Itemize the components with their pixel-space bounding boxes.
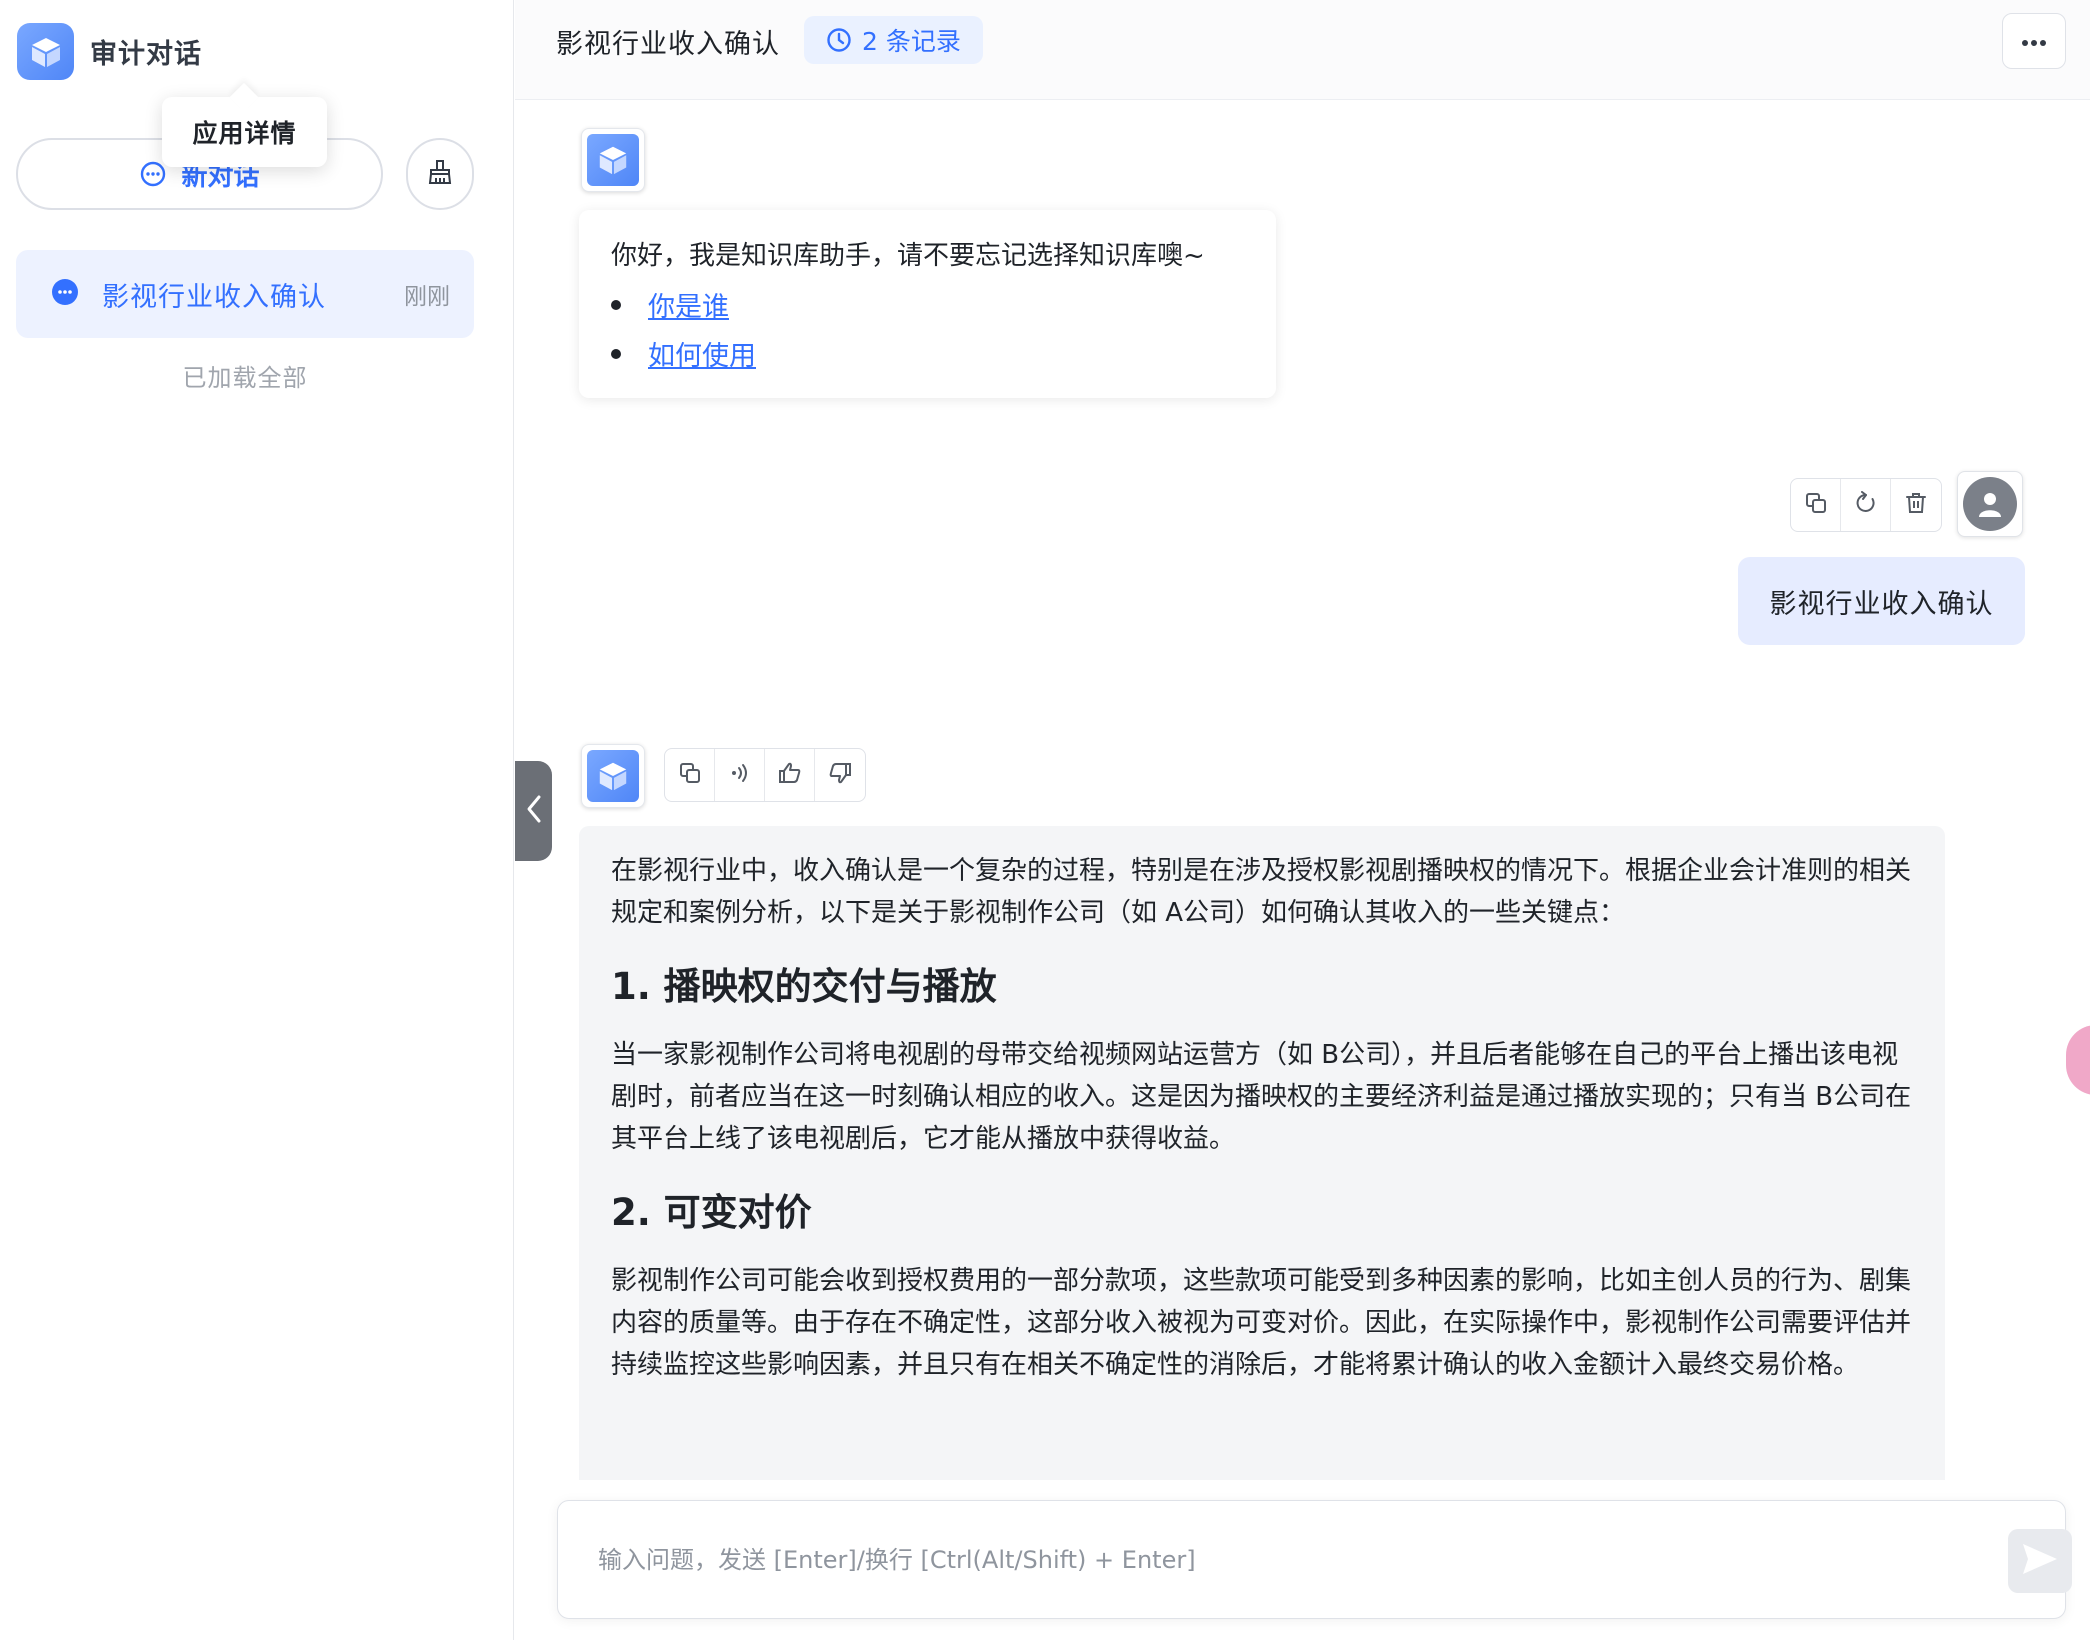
- quick-question-link-usage[interactable]: 如何使用: [648, 334, 756, 373]
- thumbs-down-button[interactable]: [815, 749, 865, 801]
- chat-input-box: [557, 1500, 2072, 1619]
- app-details-tooltip: 应用详情: [162, 97, 327, 167]
- chat-input[interactable]: [598, 1535, 1898, 1585]
- history-item-time: 刚刚: [404, 284, 450, 310]
- more-dots-icon: [2021, 32, 2047, 51]
- copy-button[interactable]: [665, 749, 715, 801]
- user-avatar-icon: [1963, 477, 2017, 531]
- bullet: [611, 299, 621, 310]
- app-title: 审计对话: [90, 39, 202, 70]
- clock-icon: [826, 27, 852, 53]
- user-message-actions: [1790, 478, 1942, 532]
- send-icon: [2021, 1542, 2059, 1580]
- history-item-label: 影视行业收入确认: [102, 281, 326, 313]
- answer-section-body: 影视制作公司可能会收到授权费用的一部分款项，这些款项可能受到多种因素的影响，比如…: [611, 1266, 1912, 1380]
- copy-button[interactable]: [1791, 479, 1841, 531]
- bot-cube-icon: [587, 134, 639, 186]
- record-count-badge[interactable]: 2 条记录: [804, 16, 983, 64]
- assistant-answer: 在影视行业中，收入确认是一个复杂的过程，特别是在涉及授权影视剧播映权的情况下。根…: [579, 826, 1945, 1480]
- chat-main: 影视行业收入确认 2 条记录 你好，我是知识库助手，请不要忘记选择知识库噢~ 你…: [515, 0, 2090, 1640]
- broom-icon: [425, 157, 455, 191]
- loaded-all-text: 已加载全部: [182, 364, 308, 392]
- user-avatar: [1957, 471, 2023, 537]
- copy-icon: [678, 761, 702, 789]
- chat-history-icon: [50, 277, 80, 311]
- quick-questions: 你是谁 如何使用: [611, 280, 1244, 378]
- record-count-text: 2 条记录: [862, 27, 961, 56]
- answer-section-body: 当一家影视制作公司将电视剧的母带交给视频网站运营方（如 B公司），并且后者能够在…: [611, 1040, 1912, 1154]
- bot-avatar: [581, 744, 645, 808]
- quick-question-item: 如何使用: [611, 329, 1244, 378]
- app-header: 审计对话: [17, 23, 202, 80]
- bot-cube-icon: [587, 750, 639, 802]
- more-options-button[interactable]: [2002, 13, 2066, 69]
- chat-bubble-icon: [139, 160, 167, 188]
- user-message: 影视行业收入确认: [1738, 557, 2025, 645]
- thumbs-up-button[interactable]: [765, 749, 815, 801]
- read-aloud-button[interactable]: [715, 749, 765, 801]
- bot-avatar: [581, 128, 645, 192]
- refresh-icon: [1854, 491, 1878, 519]
- welcome-message: 你好，我是知识库助手，请不要忘记选择知识库噢~ 你是谁 如何使用: [579, 210, 1276, 398]
- send-button[interactable]: [2008, 1529, 2072, 1593]
- quick-question-item: 你是谁: [611, 280, 1244, 329]
- clear-history-button[interactable]: [406, 138, 474, 210]
- trash-icon: [1904, 491, 1928, 519]
- history-item[interactable]: 影视行业收入确认 刚刚: [16, 250, 474, 338]
- sidebar: 审计对话 应用详情 新对话 影视行业收入确认 刚刚 已加载全部: [0, 0, 514, 1640]
- thumbs-down-icon: [828, 761, 852, 789]
- answer-actions: [664, 748, 866, 802]
- chat-title: 影视行业收入确认: [556, 29, 780, 60]
- answer-section-heading: 1. 播映权的交付与播放: [611, 965, 997, 1008]
- delete-button[interactable]: [1891, 479, 1941, 531]
- chat-header: 影视行业收入确认 2 条记录: [515, 0, 2090, 100]
- regenerate-button[interactable]: [1841, 479, 1891, 531]
- app-logo-icon[interactable]: [17, 23, 74, 80]
- answer-intro: 在影视行业中，收入确认是一个复杂的过程，特别是在涉及授权影视剧播映权的情况下。根…: [611, 856, 1912, 928]
- welcome-greeting: 你好，我是知识库助手，请不要忘记选择知识库噢~: [611, 241, 1205, 271]
- copy-icon: [1804, 491, 1828, 519]
- answer-section-heading: 2. 可变对价: [611, 1191, 812, 1234]
- thumbs-up-icon: [778, 761, 802, 789]
- bullet: [611, 348, 621, 359]
- sound-wave-icon: [728, 761, 752, 789]
- quick-question-link-who[interactable]: 你是谁: [648, 285, 729, 324]
